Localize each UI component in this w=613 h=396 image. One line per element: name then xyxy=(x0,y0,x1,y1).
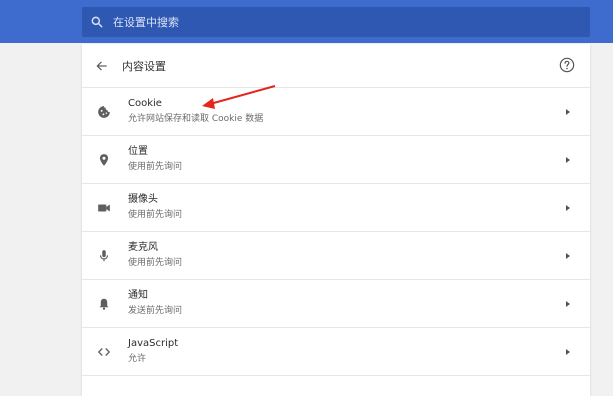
location-pin-icon xyxy=(99,153,109,166)
item-label: 通知 xyxy=(128,290,148,301)
search-box[interactable]: 在设置中搜索 xyxy=(82,7,590,37)
help-circle-icon[interactable] xyxy=(559,57,575,73)
top-bar: 在设置中搜索 xyxy=(0,0,613,43)
chevron-right-icon xyxy=(566,252,570,259)
camera-icon xyxy=(98,204,110,211)
item-sub: 使用前先询问 xyxy=(128,210,183,220)
item-label: 位置 xyxy=(128,146,148,157)
item-sub: 允许网站保存和读取 Cookie 数据 xyxy=(128,114,264,124)
list-item-location[interactable]: 位置 使用前先询问 xyxy=(82,136,590,184)
panel-header: 内容设置 xyxy=(82,44,590,88)
item-label: JavaScript xyxy=(128,338,179,349)
item-label: 麦克风 xyxy=(128,242,158,253)
code-brackets-icon xyxy=(97,347,111,356)
bell-icon xyxy=(99,298,109,310)
chevron-right-icon xyxy=(566,300,570,307)
microphone-icon xyxy=(99,249,109,261)
cookie-icon xyxy=(98,105,110,118)
list-item-cookie[interactable]: Cookie 允许网站保存和读取 Cookie 数据 xyxy=(82,88,590,136)
search-icon xyxy=(91,16,103,28)
list-item-javascript[interactable]: JavaScript 允许 xyxy=(82,328,590,376)
search-placeholder: 在设置中搜索 xyxy=(113,16,179,29)
item-label: 摄像头 xyxy=(128,194,158,205)
list-item-microphone[interactable]: 麦克风 使用前先询问 xyxy=(82,232,590,280)
list-item-camera[interactable]: 摄像头 使用前先询问 xyxy=(82,184,590,232)
chevron-right-icon xyxy=(566,348,570,355)
content-settings-panel: 内容设置 Cookie 允许网站保存和读取 Cookie 数据 位置 使用前先询… xyxy=(82,44,590,396)
chevron-right-icon xyxy=(566,108,570,115)
settings-list: Cookie 允许网站保存和读取 Cookie 数据 位置 使用前先询问 摄像头… xyxy=(82,88,590,376)
settings-page: 在设置中搜索 内容设置 Cookie 允许网站保存和读取 Cookie 数据 位… xyxy=(0,0,613,396)
chevron-right-icon xyxy=(566,156,570,163)
item-label: Cookie xyxy=(128,98,162,109)
list-item-notifications[interactable]: 通知 发送前先询问 xyxy=(82,280,590,328)
chevron-right-icon xyxy=(566,204,570,211)
page-title: 内容设置 xyxy=(122,59,166,73)
item-sub: 使用前先询问 xyxy=(128,258,183,268)
item-sub: 允许 xyxy=(128,354,147,364)
arrow-left-icon[interactable] xyxy=(95,59,109,73)
item-sub: 发送前先询问 xyxy=(128,306,183,316)
item-sub: 使用前先询问 xyxy=(128,162,183,172)
